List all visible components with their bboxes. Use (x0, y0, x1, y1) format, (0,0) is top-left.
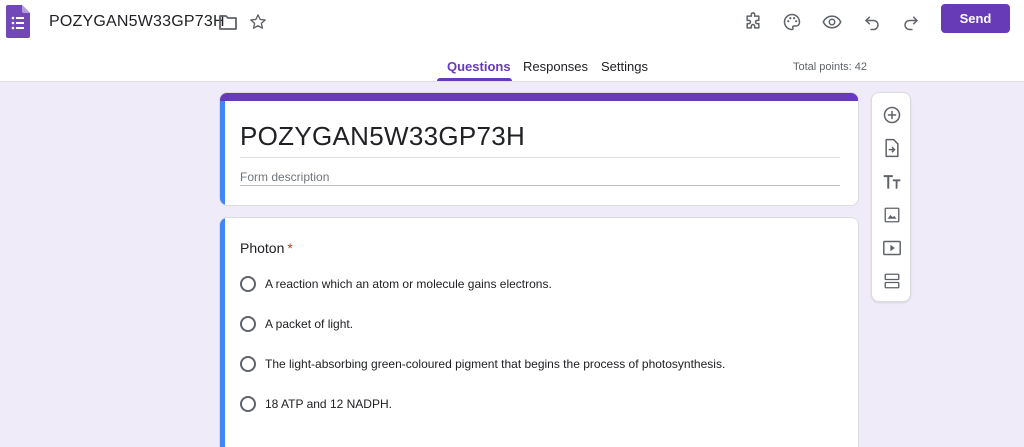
form-title-card[interactable]: POZYGAN5W33GP73H Form description (219, 92, 859, 206)
document-title[interactable]: POZYGAN5W33GP73H (49, 13, 225, 31)
option-label: The light-absorbing green-coloured pigme… (265, 357, 726, 371)
answer-option[interactable]: 18 ATP and 12 NADPH. (240, 394, 392, 414)
tab-settings[interactable]: Settings (601, 59, 648, 74)
add-title-icon[interactable] (881, 171, 903, 193)
form-title[interactable]: POZYGAN5W33GP73H (240, 121, 525, 152)
add-question-icon[interactable] (881, 104, 903, 126)
addon-puzzle-icon[interactable] (743, 12, 763, 32)
app-header: POZYGAN5W33GP73H Send Questions Response… (0, 0, 1024, 82)
required-asterisk: * (287, 240, 293, 256)
preview-eye-icon[interactable] (822, 12, 842, 32)
answer-option[interactable]: A reaction which an atom or molecule gai… (240, 274, 552, 294)
folder-icon[interactable] (218, 12, 238, 32)
radio-button[interactable] (240, 316, 256, 332)
answer-option[interactable]: A packet of light. (240, 314, 353, 334)
undo-icon[interactable] (862, 12, 882, 32)
palette-icon[interactable] (782, 12, 802, 32)
total-points: Total points: 42 (793, 61, 867, 73)
add-image-icon[interactable] (881, 204, 903, 226)
radio-button[interactable] (240, 356, 256, 372)
tab-responses[interactable]: Responses (523, 59, 588, 74)
tab-questions[interactable]: Questions (447, 59, 511, 74)
option-label: 18 ATP and 12 NADPH. (265, 397, 392, 411)
card-accent-bar (220, 93, 858, 101)
title-divider (240, 157, 840, 158)
radio-button[interactable] (240, 396, 256, 412)
active-tab-indicator (437, 78, 512, 81)
import-questions-icon[interactable] (881, 137, 903, 159)
tab-bar: Questions Responses Settings Total point… (0, 54, 1024, 82)
question-title[interactable]: Photon * (240, 240, 293, 256)
add-section-icon[interactable] (881, 270, 903, 292)
floating-toolbar (871, 92, 911, 302)
add-video-icon[interactable] (881, 237, 903, 259)
question-card[interactable]: Photon * A reaction which an atom or mole… (219, 217, 859, 447)
send-button[interactable]: Send (941, 4, 1010, 33)
description-underline (240, 185, 840, 186)
card-focus-indicator (220, 218, 225, 447)
redo-icon[interactable] (901, 12, 921, 32)
question-title-text: Photon (240, 240, 285, 256)
forms-logo-icon[interactable] (6, 5, 30, 38)
option-label: A reaction which an atom or molecule gai… (265, 277, 552, 291)
radio-button[interactable] (240, 276, 256, 292)
form-description-field[interactable]: Form description (240, 170, 329, 184)
answer-option[interactable]: The light-absorbing green-coloured pigme… (240, 354, 725, 374)
card-focus-indicator (220, 101, 225, 205)
option-label: A packet of light. (265, 317, 354, 331)
star-icon[interactable] (248, 12, 268, 32)
